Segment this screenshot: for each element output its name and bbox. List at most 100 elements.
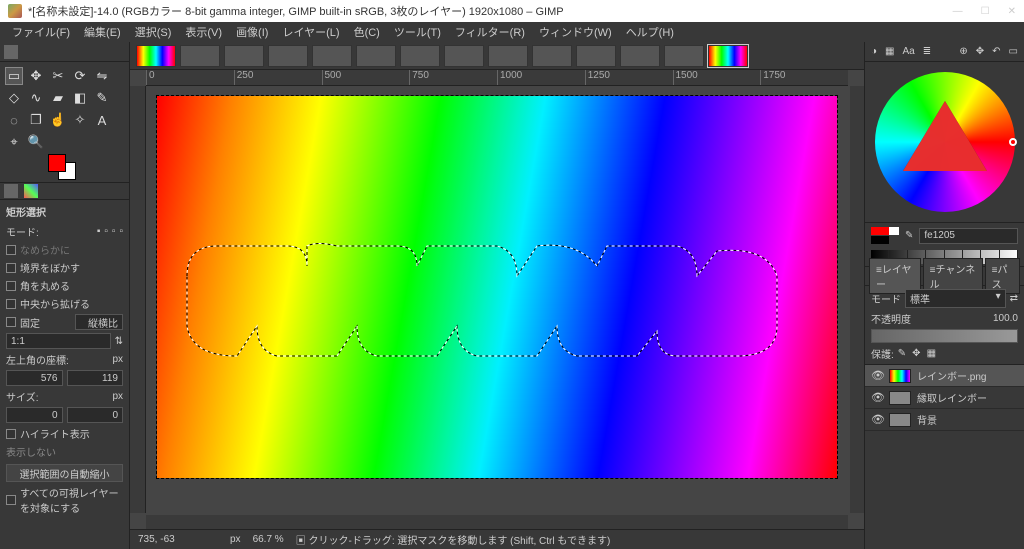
patterns-tab-icon[interactable]: ▦ xyxy=(885,46,894,57)
visibility-icon[interactable]: 👁 xyxy=(871,413,883,426)
tool-options-tabs[interactable] xyxy=(0,182,129,200)
tool-eraser[interactable]: ◌ xyxy=(6,112,22,128)
highlight-checkbox[interactable] xyxy=(6,429,16,439)
tool-picker[interactable]: ⌖ xyxy=(6,134,22,150)
fixed-checkbox[interactable] xyxy=(6,317,16,327)
close-button[interactable]: ✕ xyxy=(1008,6,1016,17)
image-tab[interactable] xyxy=(620,45,660,67)
ruler-horizontal[interactable]: 02505007501000125015001750 xyxy=(146,70,848,86)
mode-replace-icon[interactable]: ▪ xyxy=(97,226,101,237)
layer-row[interactable]: 👁背景 xyxy=(865,409,1024,431)
image-tab[interactable] xyxy=(576,45,616,67)
tool-crop[interactable]: ✂ xyxy=(50,68,66,84)
tool-move[interactable]: ✥ xyxy=(28,68,44,84)
mode-add-icon[interactable]: ▫ xyxy=(104,226,108,237)
tool-bucket[interactable]: ▰ xyxy=(50,90,66,106)
tool-text[interactable]: A xyxy=(94,112,110,128)
menu-item[interactable]: ツール(T) xyxy=(388,22,447,42)
fg-bg-colors[interactable] xyxy=(0,152,129,182)
pos-y-input[interactable]: 119 xyxy=(67,370,124,386)
color-wheel[interactable] xyxy=(865,62,1024,222)
foreground-color[interactable] xyxy=(48,154,66,172)
menu-item[interactable]: ヘルプ(H) xyxy=(620,22,680,42)
tool-transform[interactable]: ◇ xyxy=(6,90,22,106)
lock-pixels-icon[interactable]: ✎ xyxy=(898,348,906,359)
mode-switch-icon[interactable]: ⇄ xyxy=(1010,293,1018,304)
menu-item[interactable]: レイヤー(L) xyxy=(276,22,345,42)
tool-smudge[interactable]: ☝ xyxy=(50,112,66,128)
image-tab[interactable] xyxy=(312,45,352,67)
swatch-black[interactable] xyxy=(871,236,889,244)
tool-zoom[interactable]: 🔍 xyxy=(28,134,44,150)
size-h-input[interactable]: 0 xyxy=(67,407,124,423)
image-tab[interactable] xyxy=(356,45,396,67)
device-status-tab-icon[interactable] xyxy=(24,184,38,198)
tool-brush[interactable]: ✎ xyxy=(94,90,110,106)
size-w-input[interactable]: 0 xyxy=(6,407,63,423)
image-tab[interactable] xyxy=(664,45,704,67)
image-tab[interactable] xyxy=(488,45,528,67)
tool-clone[interactable]: ❐ xyxy=(28,112,44,128)
nav-tab-icon[interactable]: ✥ xyxy=(976,46,984,57)
swatch-bg[interactable] xyxy=(889,227,899,235)
blend-mode-select[interactable]: 標準▾ xyxy=(905,289,1006,308)
pointer-tab-icon[interactable]: ⊕ xyxy=(959,46,967,57)
image-tab[interactable] xyxy=(400,45,440,67)
toolbox-tab-icon[interactable] xyxy=(4,45,18,59)
image-tab[interactable] xyxy=(268,45,308,67)
autoshrink-button[interactable]: 選択範囲の自動縮小 xyxy=(6,464,123,482)
visibility-icon[interactable]: 👁 xyxy=(871,369,883,382)
tool-flip[interactable]: ⇋ xyxy=(94,68,110,84)
images-tab-icon[interactable]: ▭ xyxy=(1009,46,1018,57)
feather-checkbox[interactable] xyxy=(6,263,16,273)
color-triangle[interactable] xyxy=(903,101,987,171)
mode-sub-icon[interactable]: ▫ xyxy=(112,226,116,237)
canvas[interactable] xyxy=(157,96,837,478)
undo-tab-icon[interactable]: ↶ xyxy=(992,46,1000,57)
scrollbar-horizontal[interactable] xyxy=(146,515,848,529)
ratio-input[interactable]: 1:1 xyxy=(6,333,111,349)
lock-position-icon[interactable]: ✥ xyxy=(912,348,920,359)
menu-item[interactable]: 画像(I) xyxy=(230,22,274,42)
pos-x-input[interactable]: 576 xyxy=(6,370,63,386)
minimize-button[interactable]: — xyxy=(953,6,963,17)
opacity-slider[interactable] xyxy=(871,329,1018,343)
all-layers-checkbox[interactable] xyxy=(6,495,16,505)
image-tab[interactable] xyxy=(532,45,572,67)
menu-item[interactable]: 表示(V) xyxy=(179,22,228,42)
lock-alpha-icon[interactable]: ▦ xyxy=(927,348,936,359)
mode-intersect-icon[interactable]: ▫ xyxy=(119,226,123,237)
tool-path[interactable]: ✧ xyxy=(72,112,88,128)
image-tab-active[interactable] xyxy=(708,45,748,67)
tool-options-tab-icon[interactable] xyxy=(4,184,18,198)
visibility-icon[interactable]: 👁 xyxy=(871,391,883,404)
menu-item[interactable]: 編集(E) xyxy=(78,22,127,42)
ratio-swap-icon[interactable]: ⇅ xyxy=(115,336,123,347)
fonts-tab-icon[interactable]: Aa xyxy=(903,46,915,57)
color-hex-input[interactable]: fe1205 xyxy=(919,228,1018,244)
scrollbar-vertical[interactable] xyxy=(850,86,864,513)
image-tab[interactable] xyxy=(224,45,264,67)
maximize-button[interactable]: ☐ xyxy=(981,6,990,17)
brushes-tab-icon[interactable]: ◑ xyxy=(871,46,877,57)
hue-handle[interactable] xyxy=(1009,138,1017,146)
layer-row[interactable]: 👁縁取レインボー xyxy=(865,387,1024,409)
menu-item[interactable]: 選択(S) xyxy=(129,22,178,42)
image-tab[interactable] xyxy=(180,45,220,67)
tool-rect-select[interactable]: ▭ xyxy=(6,68,22,84)
tool-rotate[interactable]: ⟳ xyxy=(72,68,88,84)
toolbox-tabs[interactable] xyxy=(0,42,129,62)
swatch-fg[interactable] xyxy=(871,227,889,235)
ruler-vertical[interactable] xyxy=(130,86,146,513)
menu-item[interactable]: 色(C) xyxy=(348,22,386,42)
tool-warp[interactable]: ∿ xyxy=(28,90,44,106)
image-tab[interactable] xyxy=(444,45,484,67)
fixed-value[interactable]: 縦横比 xyxy=(75,314,123,330)
zoom-selector[interactable]: 66.7 % xyxy=(253,534,284,545)
layer-row[interactable]: 👁レインボー.png xyxy=(865,365,1024,387)
tool-gradient[interactable]: ◧ xyxy=(72,90,88,106)
history-tab-icon[interactable]: ≣ xyxy=(923,46,931,57)
image-tab[interactable] xyxy=(136,45,176,67)
antialias-checkbox[interactable] xyxy=(6,245,16,255)
expand-checkbox[interactable] xyxy=(6,299,16,309)
